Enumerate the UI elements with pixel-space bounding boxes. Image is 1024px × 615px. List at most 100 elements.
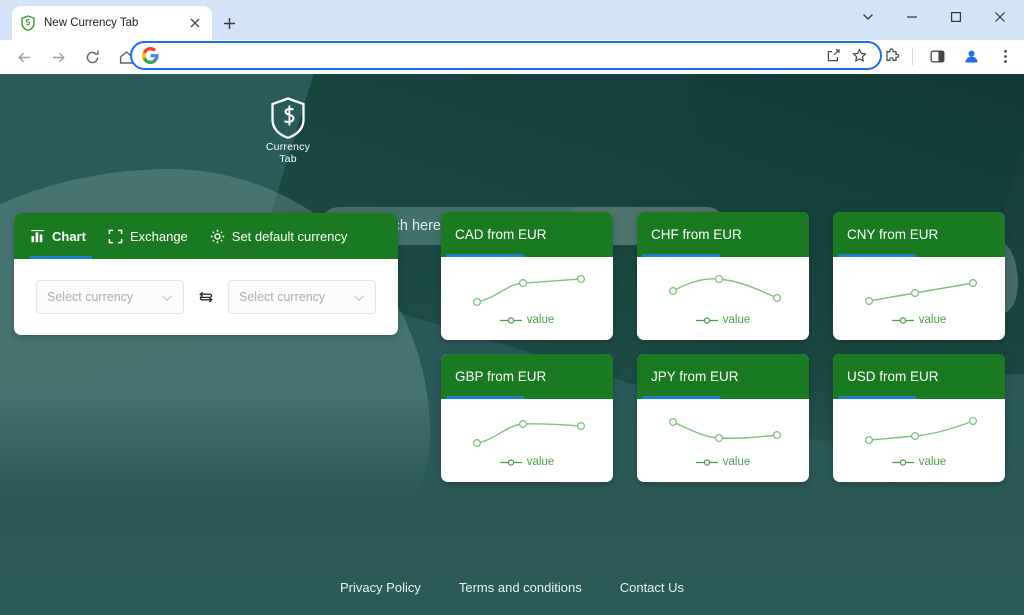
puzzle-icon[interactable]	[877, 41, 907, 71]
to-currency-placeholder: Select currency	[239, 290, 353, 304]
app-logo: Currency Tab	[258, 96, 318, 165]
legend-marker-icon	[696, 458, 718, 467]
chart-legend: value	[637, 314, 809, 326]
footer-link-terms-and-conditions[interactable]: Terms and conditions	[459, 580, 582, 595]
legend-marker-icon	[696, 316, 718, 325]
hero-section: Currency Tab	[0, 96, 1024, 186]
omnibox-actions	[820, 43, 872, 69]
chart-legend: value	[833, 314, 1005, 326]
new-tab-page: Currency Tab Chart	[0, 74, 1024, 615]
forward-button[interactable]	[43, 42, 73, 72]
legend-label: value	[527, 456, 555, 468]
legend-label: value	[723, 314, 751, 326]
card-chart: value	[833, 257, 1005, 340]
chart-legend: value	[833, 456, 1005, 468]
line-chart-cny	[833, 257, 1005, 317]
currency-shield-logo-icon	[269, 96, 307, 140]
rate-card-chf[interactable]: CHF from EUR value	[637, 212, 809, 340]
converter-panel: Chart Exchange Set default currency	[14, 213, 398, 335]
card-title: CHF from EUR	[651, 227, 742, 242]
chart-legend: value	[441, 456, 613, 468]
address-bar[interactable]	[130, 41, 882, 70]
legend-marker-icon	[892, 458, 914, 467]
footer-link-contact-us[interactable]: Contact Us	[620, 580, 684, 595]
logo-line-1: Currency	[266, 142, 310, 154]
app-logo-text: Currency Tab	[266, 142, 310, 165]
tab-strip: New Currency Tab	[0, 0, 1024, 40]
converter-body: Select currency Select currency	[14, 259, 398, 335]
card-header: CAD from EUR	[441, 212, 613, 257]
legend-marker-icon	[500, 316, 522, 325]
url-input[interactable]	[167, 45, 820, 67]
rate-card-usd[interactable]: USD from EUR value	[833, 354, 1005, 482]
line-chart-usd	[833, 399, 1005, 459]
card-chart: value	[637, 257, 809, 340]
tab-set-default-currency[interactable]: Set default currency	[210, 213, 348, 259]
rate-card-cad[interactable]: CAD from EUR value	[441, 212, 613, 340]
toolbar-right-actions	[868, 41, 1020, 71]
footer-link-privacy-policy[interactable]: Privacy Policy	[340, 580, 421, 595]
close-icon[interactable]	[186, 14, 204, 32]
legend-label: value	[919, 456, 947, 468]
expand-frame-icon	[108, 229, 123, 244]
tab-exchange[interactable]: Exchange	[108, 213, 188, 259]
tab-title: New Currency Tab	[44, 17, 186, 29]
card-title: GBP from EUR	[455, 369, 546, 384]
active-tab-indicator	[30, 256, 92, 259]
card-title: CAD from EUR	[455, 227, 547, 242]
footer: Privacy Policy Terms and conditions Cont…	[0, 580, 1024, 595]
rate-card-jpy[interactable]: JPY from EUR value	[637, 354, 809, 482]
card-header: JPY from EUR	[637, 354, 809, 399]
card-header: USD from EUR	[833, 354, 1005, 399]
back-button[interactable]	[9, 42, 39, 72]
rate-card-gbp[interactable]: GBP from EUR value	[441, 354, 613, 482]
line-chart-gbp	[441, 399, 613, 459]
chart-legend: value	[441, 314, 613, 326]
logo-line-2: Tab	[266, 154, 310, 166]
bar-chart-icon	[30, 229, 45, 244]
chevron-down-icon	[353, 291, 365, 303]
three-dot-menu-icon[interactable]	[990, 41, 1020, 71]
swap-arrows-icon[interactable]	[198, 289, 214, 305]
card-chart: value	[637, 399, 809, 482]
toolbar-divider	[912, 48, 913, 65]
browser-tab[interactable]: New Currency Tab	[12, 6, 212, 40]
card-header: GBP from EUR	[441, 354, 613, 399]
tab-chart-label: Chart	[52, 229, 86, 244]
maximize-button[interactable]	[934, 1, 978, 33]
card-chart: value	[441, 399, 613, 482]
legend-label: value	[723, 456, 751, 468]
line-chart-cad	[441, 257, 613, 317]
google-g-icon	[142, 47, 159, 64]
gear-icon	[210, 229, 225, 244]
from-currency-select[interactable]: Select currency	[36, 280, 184, 314]
new-tab-button[interactable]	[216, 10, 242, 36]
chevron-down-icon	[161, 291, 173, 303]
converter-tabs: Chart Exchange Set default currency	[14, 213, 398, 259]
tab-search-button[interactable]	[846, 1, 890, 33]
card-header: CHF from EUR	[637, 212, 809, 257]
legend-marker-icon	[500, 458, 522, 467]
chart-legend: value	[637, 456, 809, 468]
card-chart: value	[441, 257, 613, 340]
minimize-button[interactable]	[890, 1, 934, 33]
card-title: JPY from EUR	[651, 369, 739, 384]
tab-chart[interactable]: Chart	[30, 213, 86, 259]
legend-label: value	[919, 314, 947, 326]
to-currency-select[interactable]: Select currency	[228, 280, 376, 314]
card-chart: value	[833, 399, 1005, 482]
rate-card-cny[interactable]: CNY from EUR value	[833, 212, 1005, 340]
split-panel-icon[interactable]	[922, 41, 952, 71]
reload-button[interactable]	[77, 42, 107, 72]
tab-exchange-label: Exchange	[130, 229, 188, 244]
window-controls	[846, 0, 1022, 34]
line-chart-chf	[637, 257, 809, 317]
from-currency-placeholder: Select currency	[47, 290, 161, 304]
browser-window: New Currency Tab	[0, 0, 1024, 615]
avatar-icon[interactable]	[956, 41, 986, 71]
line-chart-jpy	[637, 399, 809, 459]
share-icon[interactable]	[820, 43, 846, 69]
legend-label: value	[527, 314, 555, 326]
card-title: USD from EUR	[847, 369, 939, 384]
close-window-button[interactable]	[978, 1, 1022, 33]
